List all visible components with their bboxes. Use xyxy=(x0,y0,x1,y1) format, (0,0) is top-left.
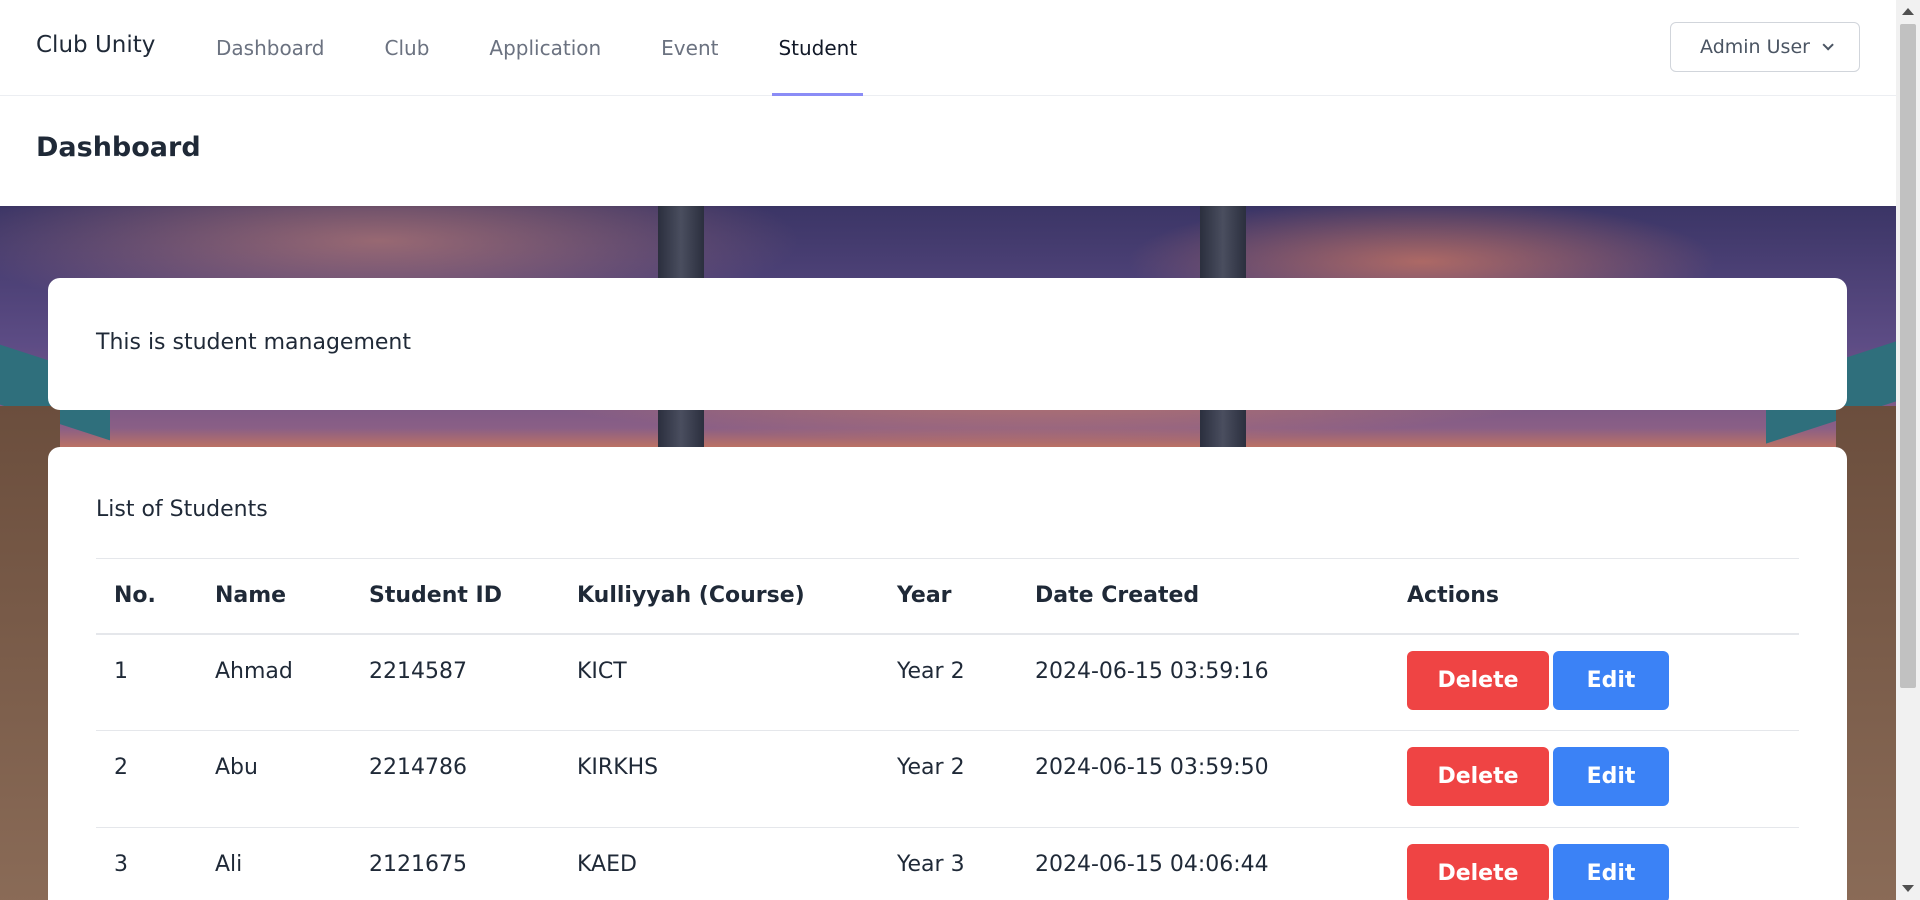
cell-no: 1 xyxy=(96,633,197,731)
page-scrollbar[interactable] xyxy=(1896,0,1920,900)
nav-link-application[interactable]: Application xyxy=(483,0,607,96)
cell-actions: Delete Edit xyxy=(1389,827,1799,900)
cell-date-created: 2024-06-15 03:59:16 xyxy=(1017,633,1389,731)
delete-button[interactable]: Delete xyxy=(1407,650,1549,710)
cell-year: Year 2 xyxy=(879,633,1017,731)
cell-no: 3 xyxy=(96,827,197,900)
scroll-up-arrow-icon[interactable] xyxy=(1902,8,1914,15)
nav-links: Dashboard Club Application Event Student xyxy=(210,0,911,96)
scrollbar-thumb[interactable] xyxy=(1900,24,1916,688)
column-header-actions: Actions xyxy=(1389,558,1799,635)
cell-actions: Delete Edit xyxy=(1389,730,1799,828)
cell-year: Year 2 xyxy=(879,730,1017,828)
brand-logo-text[interactable]: Club Unity xyxy=(36,32,155,58)
table-header-row: No. Name Student ID Kulliyyah (Course) Y… xyxy=(96,558,1799,635)
chevron-down-icon xyxy=(1822,39,1834,51)
edit-button[interactable]: Edit xyxy=(1553,844,1669,900)
table-row: 3 Ali 2121675 KAED Year 3 2024-06-15 04:… xyxy=(96,827,1799,900)
user-menu-label: Admin User xyxy=(1700,36,1810,58)
column-header-student-id: Student ID xyxy=(351,558,559,635)
students-list-card: List of Students No. Name Student ID Kul… xyxy=(48,447,1847,900)
cell-date-created: 2024-06-15 03:59:50 xyxy=(1017,730,1389,828)
page-header: Dashboard xyxy=(0,96,1896,206)
edit-button[interactable]: Edit xyxy=(1553,650,1669,710)
scroll-down-arrow-icon[interactable] xyxy=(1902,885,1914,892)
edit-button[interactable]: Edit xyxy=(1553,747,1669,806)
nav-link-event[interactable]: Event xyxy=(655,0,724,96)
column-header-year: Year xyxy=(879,558,1017,635)
cell-name: Abu xyxy=(197,730,351,828)
cell-kulliyyah: KICT xyxy=(559,633,879,731)
user-menu-button[interactable]: Admin User xyxy=(1670,22,1860,72)
cell-kulliyyah: KIRKHS xyxy=(559,730,879,828)
intro-text: This is student management xyxy=(96,330,411,355)
column-header-kulliyyah: Kulliyyah (Course) xyxy=(559,558,879,635)
nav-link-dashboard[interactable]: Dashboard xyxy=(210,0,331,96)
column-header-name: Name xyxy=(197,558,351,635)
nav-link-student[interactable]: Student xyxy=(772,0,863,96)
column-header-no: No. xyxy=(96,558,197,635)
students-list-title: List of Students xyxy=(96,497,268,522)
delete-button[interactable]: Delete xyxy=(1407,747,1549,806)
cell-name: Ali xyxy=(197,827,351,900)
cell-actions: Delete Edit xyxy=(1389,633,1799,731)
cell-kulliyyah: KAED xyxy=(559,827,879,900)
nav-link-club[interactable]: Club xyxy=(379,0,436,96)
students-table: No. Name Student ID Kulliyyah (Course) Y… xyxy=(96,558,1799,900)
cell-student-id: 2214786 xyxy=(351,730,559,828)
cell-year: Year 3 xyxy=(879,827,1017,900)
table-row: 1 Ahmad 2214587 KICT Year 2 2024-06-15 0… xyxy=(96,633,1799,731)
top-navbar: Club Unity Dashboard Club Application Ev… xyxy=(0,0,1896,96)
intro-card: This is student management xyxy=(48,278,1847,410)
cell-student-id: 2214587 xyxy=(351,633,559,731)
page-title: Dashboard xyxy=(36,132,201,163)
column-header-date-created: Date Created xyxy=(1017,558,1389,635)
cell-no: 2 xyxy=(96,730,197,828)
cell-name: Ahmad xyxy=(197,633,351,731)
table-row: 2 Abu 2214786 KIRKHS Year 2 2024-06-15 0… xyxy=(96,730,1799,828)
delete-button[interactable]: Delete xyxy=(1407,844,1549,900)
cell-student-id: 2121675 xyxy=(351,827,559,900)
cell-date-created: 2024-06-15 04:06:44 xyxy=(1017,827,1389,900)
